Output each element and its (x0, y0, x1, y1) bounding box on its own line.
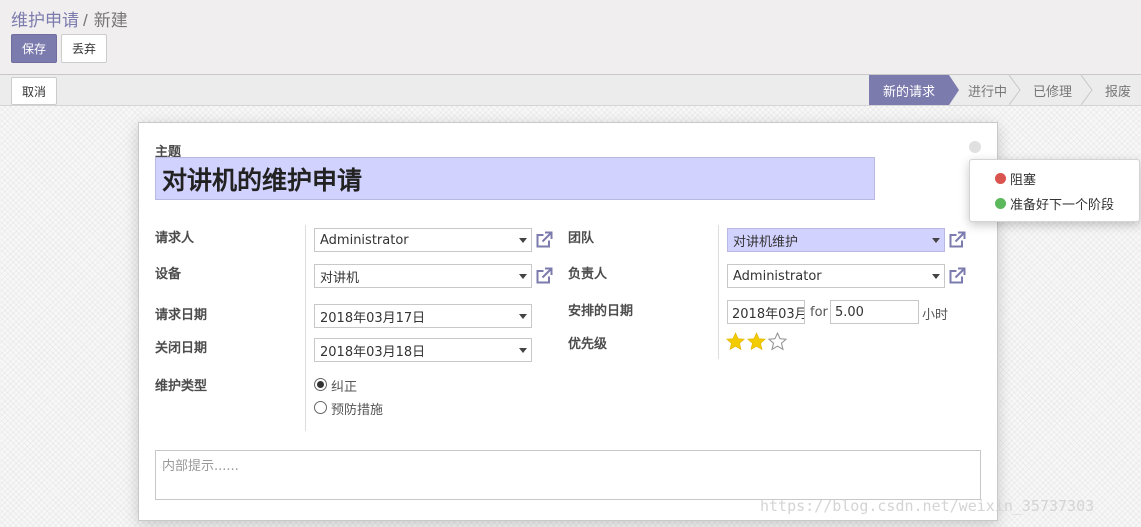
breadcrumb-separator: / (83, 11, 88, 30)
form-sheet: 主题 对讲机的维护申请 请求人 Administrator 设备 对讲机 请求日… (138, 122, 998, 521)
radio-corrective[interactable] (314, 378, 327, 391)
equipment-select[interactable]: 对讲机 (314, 264, 532, 288)
stage-repaired[interactable]: 已修理 (1021, 75, 1093, 105)
separator-line (718, 225, 719, 359)
external-link-icon[interactable] (534, 266, 554, 286)
kanban-state-dropdown: 阻塞 准备好下一个阶段 (969, 159, 1140, 222)
subject-input[interactable]: 对讲机的维护申请 (155, 157, 875, 200)
responsible-value: Administrator (733, 268, 822, 284)
duration-unit-label: 小时 (922, 308, 949, 323)
stage-selector: 新的请求 进行中 已修理 报废 (869, 75, 1141, 105)
stage-label: 新的请求 (883, 84, 936, 100)
stage-divider-icon (1081, 75, 1093, 105)
requester-select[interactable]: Administrator (314, 228, 532, 252)
breadcrumb-parent-link[interactable]: 维护申请 (11, 11, 79, 30)
star-empty-icon[interactable] (768, 332, 787, 351)
scheduled-date-label: 安排的日期 (568, 304, 634, 319)
team-label: 团队 (568, 231, 595, 246)
green-dot-icon (995, 198, 1006, 209)
team-select[interactable]: 对讲机维护 (727, 228, 945, 252)
equipment-label: 设备 (155, 267, 182, 282)
request-date-value: 2018年03月17日 (320, 310, 426, 326)
radio-corrective-label: 纠正 (331, 380, 358, 395)
discard-button[interactable]: 丢弃 (61, 34, 107, 63)
kanban-state-label: 准备好下一个阶段 (1010, 198, 1115, 213)
scheduled-date-input[interactable]: 2018年03月 (727, 300, 805, 324)
external-link-icon[interactable] (534, 230, 554, 250)
responsible-select[interactable]: Administrator (727, 264, 945, 288)
save-button[interactable]: 保存 (11, 34, 57, 63)
close-date-label: 关闭日期 (155, 341, 208, 356)
control-panel: 维护申请 / 新建 保存 丢弃 (0, 0, 1141, 75)
chevron-down-icon (519, 238, 527, 243)
internal-notes-field[interactable]: 内部提示...... (155, 450, 981, 500)
kanban-state-label: 阻塞 (1010, 173, 1037, 188)
kanban-state-ready[interactable]: 准备好下一个阶段 (995, 194, 1114, 213)
kanban-state-indicator[interactable] (969, 141, 981, 153)
breadcrumb-current: 新建 (93, 11, 128, 30)
chevron-down-icon (932, 238, 940, 243)
request-date-input[interactable]: 2018年03月17日 (314, 304, 532, 328)
watermark-text: https://blog.csdn.net/weixin_35737303 (760, 497, 1095, 515)
for-label: for (810, 305, 828, 320)
separator-line (305, 225, 306, 431)
duration-input[interactable]: 5.00 (830, 300, 919, 324)
chevron-down-icon (932, 274, 940, 279)
external-link-icon[interactable] (947, 230, 967, 250)
chevron-down-icon (519, 314, 527, 319)
star-filled-icon[interactable] (747, 332, 766, 351)
stage-in-progress[interactable]: 进行中 (949, 75, 1021, 105)
red-dot-icon (995, 173, 1006, 184)
stage-divider-icon (1009, 75, 1021, 105)
star-filled-icon[interactable] (726, 332, 745, 351)
request-date-label: 请求日期 (155, 308, 208, 323)
chevron-down-icon (519, 348, 527, 353)
cancel-button[interactable]: 取消 (11, 77, 57, 105)
stage-label: 已修理 (1033, 84, 1073, 100)
stage-label: 进行中 (968, 84, 1008, 100)
maintenance-type-label: 维护类型 (155, 379, 208, 394)
external-link-icon[interactable] (947, 266, 967, 286)
radio-preventive[interactable] (314, 401, 327, 414)
breadcrumb: 维护申请 / 新建 (11, 6, 128, 31)
stage-new-request[interactable]: 新的请求 (869, 75, 959, 105)
requester-value: Administrator (320, 232, 409, 248)
responsible-label: 负责人 (568, 267, 608, 282)
stage-label: 报废 (1105, 84, 1132, 100)
status-bar: 取消 新的请求 进行中 已修理 报废 (0, 74, 1141, 106)
requester-label: 请求人 (155, 231, 195, 246)
close-date-input[interactable]: 2018年03月18日 (314, 338, 532, 362)
chevron-down-icon (519, 274, 527, 279)
equipment-value: 对讲机 (320, 270, 360, 286)
radio-preventive-label: 预防措施 (331, 403, 384, 418)
team-value: 对讲机维护 (733, 234, 799, 250)
priority-label: 优先级 (568, 337, 608, 352)
kanban-state-blocked[interactable]: 阻塞 (995, 169, 1036, 188)
close-date-value: 2018年03月18日 (320, 344, 426, 360)
stage-scrap[interactable]: 报废 (1093, 75, 1141, 105)
